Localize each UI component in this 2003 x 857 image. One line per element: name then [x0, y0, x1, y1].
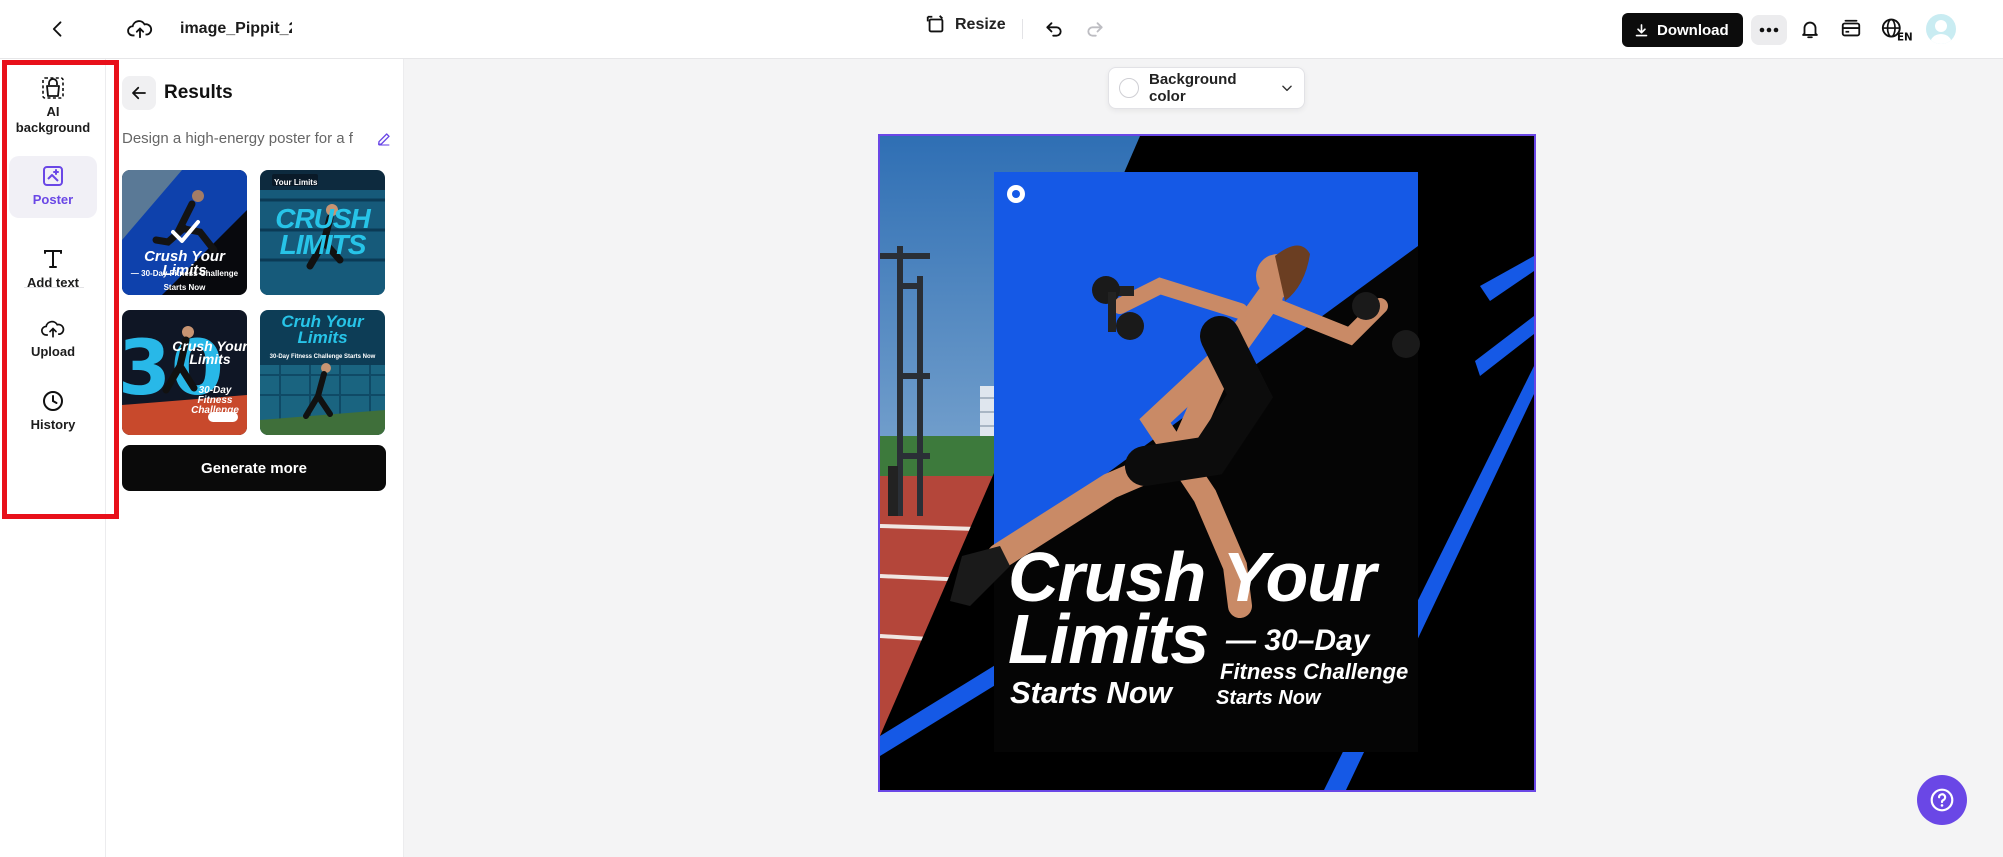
rail-item-poster[interactable]: Poster: [9, 156, 97, 218]
ai-background-icon: [42, 77, 64, 99]
rail-item-label: Upload: [30, 344, 76, 359]
cloud-upload-icon: [127, 20, 153, 39]
thumbnail-caption: Crush Your Limits: [172, 338, 247, 367]
rail-item-label: Poster: [32, 192, 74, 207]
resize-label: Resize: [955, 16, 1006, 33]
poster-headline-line2[interactable]: Limits: [1008, 604, 1209, 674]
chevron-down-icon: [1282, 85, 1292, 92]
result-thumbnail-4[interactable]: Cruh Your Limits 30-Day Fitness Challeng…: [260, 310, 385, 435]
background-color-label: Background color: [1149, 71, 1237, 105]
download-label: Download: [1657, 21, 1729, 39]
top-bar: image_Pippit_20 Resize Download EN: [0, 0, 2003, 59]
results-back-button[interactable]: [122, 76, 156, 110]
subscription-button[interactable]: [1833, 11, 1869, 47]
svg-text:EN: EN: [1897, 31, 1912, 42]
help-button[interactable]: [1917, 775, 1967, 825]
rail-item-ai-background[interactable]: AI background: [9, 76, 97, 140]
globe-language-icon: EN: [1881, 18, 1912, 42]
toolbar-divider: [1022, 19, 1023, 39]
redo-icon: [1087, 22, 1103, 37]
resize-icon: [926, 15, 944, 33]
rail-item-label: Add text: [27, 275, 79, 290]
redo-button[interactable]: [1077, 11, 1113, 47]
thumbnail-caption: CRUSH LIMITS: [275, 203, 371, 260]
color-swatch: [1119, 78, 1139, 98]
poster-side-line1[interactable]: — 30–Day: [1226, 626, 1369, 656]
results-title: Results: [164, 82, 233, 103]
poster-background-image: [880, 136, 1534, 790]
prompt-row: Design a high-energy poster for a fitnes…: [122, 130, 392, 147]
user-avatar-icon: [1930, 20, 1952, 44]
back-button[interactable]: [40, 11, 76, 47]
undo-icon: [1046, 22, 1062, 37]
generate-more-button[interactable]: Generate more: [122, 445, 386, 491]
rail-item-label: History: [30, 417, 76, 432]
file-name[interactable]: image_Pippit_20: [180, 20, 292, 38]
thumbnail-subcaption: 30-Day Fitness Challenge: [191, 385, 239, 416]
poster-cta[interactable]: Starts Now: [1010, 676, 1172, 710]
resize-button[interactable]: Resize: [925, 14, 1006, 36]
arrow-left-icon: [132, 86, 146, 100]
result-thumbnail-2[interactable]: Your Limits CRUSH LIMITS: [260, 170, 385, 295]
poster-artboard[interactable]: Crush Your Limits Starts Now — 30–Day Fi…: [878, 134, 1536, 792]
left-tool-rail: AI background Poster Add text Upload His…: [0, 59, 106, 857]
undo-button[interactable]: [1036, 11, 1072, 47]
thumbnail-caption: Cruh Your Limits: [281, 312, 364, 347]
language-button[interactable]: EN: [1878, 11, 1914, 47]
more-horizontal-icon: [1759, 27, 1779, 33]
results-panel: Results Design a high-energy poster for …: [106, 59, 404, 857]
notifications-button[interactable]: [1792, 11, 1828, 47]
result-thumbnail-1[interactable]: Crush Your Limits — 30-Day Fitness Chall…: [122, 170, 247, 295]
cloud-upload-button[interactable]: [122, 11, 158, 47]
rail-item-add-text[interactable]: Add text: [9, 247, 97, 295]
prompt-text: Design a high-energy poster for a fitnes…: [122, 130, 354, 147]
rail-item-upload[interactable]: Upload: [9, 318, 97, 366]
history-icon: [43, 391, 63, 411]
upload-icon: [41, 320, 65, 338]
poster-side-line2[interactable]: Fitness Challenge: [1220, 660, 1408, 684]
edit-pencil-icon[interactable]: [376, 131, 392, 147]
user-avatar[interactable]: [1926, 14, 1956, 44]
credit-card-icon: [1841, 19, 1861, 37]
bell-icon: [1802, 21, 1818, 39]
text-icon: [44, 250, 62, 268]
help-question-icon: [1930, 788, 1954, 812]
poster-icon: [43, 166, 63, 186]
thumbnail-subcaption: Your Limits: [274, 178, 318, 187]
download-button[interactable]: Download: [1622, 13, 1743, 47]
poster-side-line3[interactable]: Starts Now: [1216, 687, 1320, 709]
thumbnail-subcaption: — 30-Day Fitness Challenge Starts Now: [130, 269, 239, 292]
thumbnail-image: 30: [122, 310, 247, 435]
result-thumbnail-3[interactable]: 30 Crush Your Limits 30-Day Fitness Chal…: [122, 310, 247, 435]
download-icon: [1635, 23, 1648, 36]
chevron-left-icon: [52, 21, 62, 37]
thumbnail-subcaption: 30-Day Fitness Challenge Starts Now: [269, 354, 376, 360]
rail-item-label: AI background: [15, 104, 91, 135]
rail-item-history[interactable]: History: [9, 389, 97, 437]
background-color-button[interactable]: Background color: [1108, 67, 1305, 109]
more-options-button[interactable]: [1751, 15, 1787, 45]
